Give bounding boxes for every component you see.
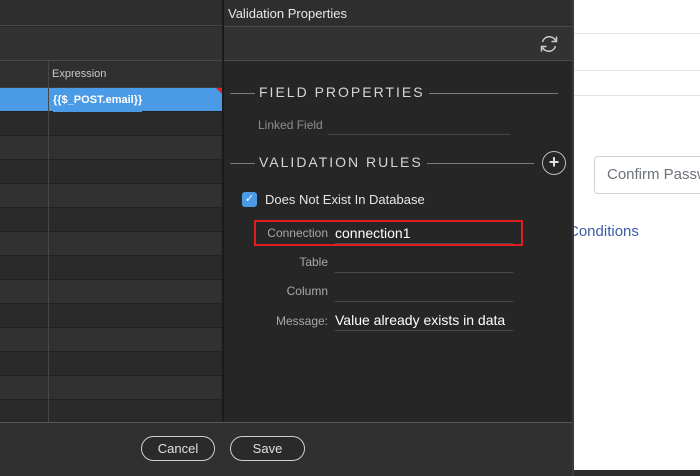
connection-input[interactable]: connection1 <box>335 222 513 244</box>
connection-label: Connection <box>267 226 328 240</box>
background-page: Confirm Passw Conditions <box>568 0 700 476</box>
grid-row[interactable] <box>0 352 222 376</box>
panel-title: Validation Properties <box>224 0 572 27</box>
rule-checkbox[interactable]: ✓ <box>242 192 257 207</box>
screen: Confirm Passw Conditions Expression {{$_… <box>0 0 700 476</box>
field-properties-title: FIELD PROPERTIES <box>255 84 429 100</box>
grid-row[interactable] <box>0 136 222 160</box>
refresh-icon[interactable] <box>538 33 560 55</box>
rule-label: Does Not Exist In Database <box>265 192 425 207</box>
plus-circle-icon[interactable]: + <box>542 151 566 175</box>
grid-row[interactable] <box>0 304 222 328</box>
validation-rules-header: VALIDATION RULES <box>230 153 534 173</box>
grid-row-selected[interactable]: {{$_POST.email}} <box>0 88 222 112</box>
dialog-footer: Cancel Save <box>0 422 572 476</box>
divider <box>574 33 700 34</box>
header-rule <box>415 163 534 164</box>
inputs-grid: Expression {{$_POST.email}} <box>0 61 222 422</box>
grid-row[interactable] <box>0 328 222 352</box>
conditions-link[interactable]: Conditions <box>568 223 639 240</box>
save-button[interactable]: Save <box>230 436 305 461</box>
expression-column-header[interactable]: Expression <box>52 61 106 87</box>
grid-row[interactable] <box>0 376 222 400</box>
dialog-edge <box>572 0 574 476</box>
grid-row[interactable] <box>0 256 222 280</box>
column-input[interactable] <box>335 280 513 302</box>
validation-dialog: Expression {{$_POST.email}} Validation P… <box>0 0 574 476</box>
grid-row[interactable] <box>0 208 222 232</box>
message-input[interactable]: Value already exists in data <box>335 309 513 331</box>
grid-row[interactable] <box>0 112 222 136</box>
header-rule <box>410 93 558 94</box>
cancel-button[interactable]: Cancel <box>141 436 215 461</box>
panel-toolbar <box>224 27 572 61</box>
table-label: Table <box>299 255 328 269</box>
column-label: Column <box>286 284 328 298</box>
message-label: Message: <box>275 314 328 328</box>
grid-row[interactable] <box>0 400 222 422</box>
divider <box>574 95 700 96</box>
grid-header: Expression <box>0 61 222 88</box>
table-input[interactable] <box>335 251 513 273</box>
divider <box>574 70 700 71</box>
linked-field-input[interactable] <box>328 113 510 135</box>
grid-row[interactable] <box>0 160 222 184</box>
properties-body: FIELD PROPERTIES Linked Field VALIDATION… <box>224 61 572 422</box>
validation-rules-title: VALIDATION RULES <box>255 154 427 170</box>
field-properties-header: FIELD PROPERTIES <box>230 83 558 103</box>
left-pane-titlebar <box>0 0 222 26</box>
confirm-password-input[interactable]: Confirm Passw <box>594 156 700 194</box>
expression-cell[interactable]: {{$_POST.email}} <box>53 88 143 112</box>
taskbar-strip <box>574 470 700 476</box>
linked-field-label: Linked Field <box>258 118 323 132</box>
grid-row[interactable] <box>0 184 222 208</box>
grid-row[interactable] <box>0 280 222 304</box>
grid-column-divider <box>48 61 49 422</box>
grid-row[interactable] <box>0 232 222 256</box>
left-pane-toolbar <box>0 27 222 61</box>
